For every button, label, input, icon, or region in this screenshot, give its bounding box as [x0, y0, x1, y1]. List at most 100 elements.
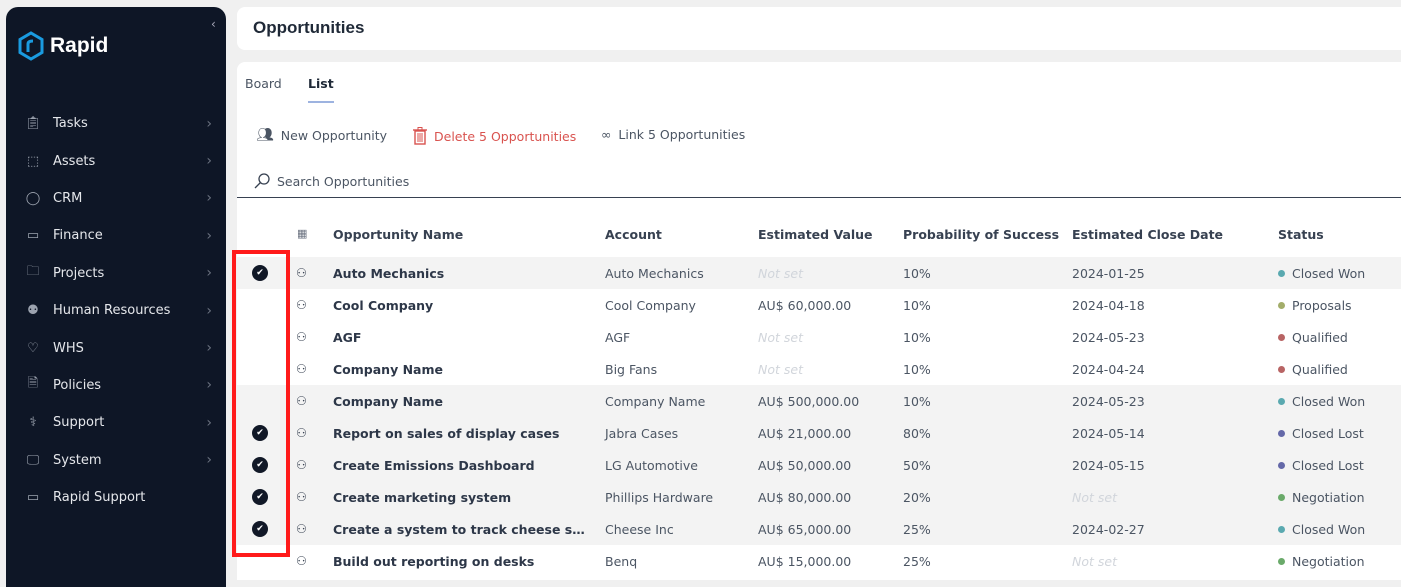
sidebar-item-projects[interactable]: 🗀︎ Projects › [6, 255, 226, 292]
opportunity-name[interactable]: Create a system to track cheese shipment… [333, 522, 585, 537]
estimated-value: AU$ 50,000.00 [758, 458, 852, 473]
search-underline [237, 197, 1401, 198]
sidebar-item-tasks[interactable]: 📋︎ Tasks › [6, 105, 226, 142]
column-close-date[interactable]: Estimated Close Date [1072, 227, 1223, 242]
new-opportunity-button[interactable]: 👥︎ New Opportunity [256, 127, 387, 143]
table-row[interactable]: ✔ ⚇ Create Emissions Dashboard LG Automotiv… [237, 449, 1401, 481]
table-row[interactable]: ⚇ Build out reporting on desks Benq AU$ 15,… [237, 545, 1401, 577]
sidebar-item-label: Tasks [53, 116, 88, 132]
user-icon: ◯ [25, 190, 41, 206]
opportunity-name[interactable]: Company Name [333, 394, 443, 409]
people-icon: ⚉ [27, 303, 39, 319]
table-row[interactable]: ⚇ Company Name Company Name AU$ 500,000.00 1… [237, 385, 1401, 417]
status-badge: Qualified [1278, 362, 1348, 377]
opportunity-name[interactable]: Create marketing system [333, 490, 511, 505]
sidebar-item-whs[interactable]: ♡ WHS › [6, 329, 226, 366]
chevron-right-icon: › [206, 153, 212, 170]
table-row[interactable]: ✔ ⚇ Report on sales of display cases Jabra … [237, 417, 1401, 449]
opportunity-icon: ⚇ [296, 554, 307, 568]
logo[interactable]: Rapid [18, 31, 108, 61]
opportunity-name[interactable]: Build out reporting on desks [333, 554, 534, 569]
account[interactable]: Benq [605, 554, 637, 569]
column-settings-icon[interactable]: ▦ [297, 227, 307, 240]
clipboard-check-icon: 📋︎ [24, 116, 42, 132]
close-date: 2024-05-23 [1072, 394, 1145, 409]
status-label: Closed Won [1292, 394, 1366, 409]
opportunity-icon: ⚇ [296, 490, 307, 504]
status-dot-icon [1278, 302, 1285, 309]
page-header: Opportunities [237, 7, 1401, 50]
sidebar-item-rapid-support[interactable]: ▭ Rapid Support [6, 479, 226, 516]
opportunity-name[interactable]: Report on sales of display cases [333, 426, 559, 441]
chevron-right-icon: › [206, 452, 212, 469]
heart-pulse-icon: ♡ [27, 340, 39, 356]
account[interactable]: Big Fans [605, 362, 657, 377]
close-date: 2024-05-23 [1072, 330, 1145, 345]
sidebar-item-label: Assets [53, 153, 96, 169]
close-date: 2024-04-18 [1072, 298, 1145, 313]
probability: 25% [903, 522, 931, 537]
sidebar-item-label: Rapid Support [53, 490, 146, 506]
delete-opportunities-button[interactable]: Delete 5 Opportunities [413, 127, 576, 145]
opportunity-name[interactable]: Create Emissions Dashboard [333, 458, 535, 473]
chevron-right-icon: › [206, 340, 212, 357]
close-date: 2024-02-27 [1072, 522, 1145, 537]
probability: 25% [903, 554, 931, 569]
table-row[interactable]: ⚇ Company Name Big Fans Not set 10% 2024-04-2… [237, 353, 1401, 385]
status-label: Negotiation [1292, 554, 1365, 569]
sidebar-item-human-resources[interactable]: ⚉ Human Resources › [6, 292, 226, 329]
collapse-sidebar-icon[interactable]: ‹ [211, 17, 216, 31]
opportunity-name[interactable]: Auto Mechanics [333, 266, 444, 281]
tab-list[interactable]: List [308, 76, 334, 103]
account[interactable]: AGF [605, 330, 630, 345]
table-row[interactable]: ✔ ⚇ Create marketing system Phillips Hardwa… [237, 481, 1401, 513]
probability: 10% [903, 298, 931, 313]
chevron-right-icon: › [206, 265, 212, 282]
sidebar-item-label: CRM [53, 190, 83, 206]
opportunity-name[interactable]: AGF [333, 330, 361, 345]
estimated-value: AU$ 65,000.00 [758, 522, 852, 537]
column-status[interactable]: Status [1278, 227, 1324, 242]
account[interactable]: Cheese Inc [605, 522, 674, 537]
search-icon [254, 173, 270, 189]
account[interactable]: Auto Mechanics [605, 266, 704, 281]
account[interactable]: LG Automotive [605, 458, 698, 473]
column-account[interactable]: Account [605, 227, 662, 242]
sidebar-item-support[interactable]: ⚕ Support › [6, 404, 226, 441]
status-badge: Qualified [1278, 330, 1348, 345]
link-opportunities-button[interactable]: ∞ Link 5 Opportunities [601, 127, 745, 142]
opportunity-icon: ⚇ [296, 266, 307, 280]
account[interactable]: Jabra Cases [605, 426, 678, 441]
status-dot-icon [1278, 526, 1285, 533]
estimated-value: Not set [758, 362, 803, 377]
sidebar-item-assets[interactable]: ⬚ Assets › [6, 142, 226, 179]
opportunity-name[interactable]: Company Name [333, 362, 443, 377]
new-opportunity-icon: 👥︎ [256, 127, 274, 143]
sidebar-item-finance[interactable]: ▭ Finance › [6, 217, 226, 254]
opportunity-name[interactable]: Cool Company [333, 298, 433, 313]
column-opportunity-name[interactable]: Opportunity Name [333, 227, 463, 242]
table-row[interactable]: ⚇ Cool Company Cool Company AU$ 60,000.00 10… [237, 289, 1401, 321]
sidebar-item-system[interactable]: 🖵︎ System › [6, 442, 226, 479]
chevron-right-icon: › [206, 190, 212, 207]
table-row[interactable]: ✔ ⚇ Auto Mechanics Auto Mechanics Not set 10%… [237, 257, 1401, 289]
account[interactable]: Phillips Hardware [605, 490, 713, 505]
opportunity-icon: ⚇ [296, 362, 307, 376]
account[interactable]: Cool Company [605, 298, 696, 313]
tab-board[interactable]: Board [245, 76, 282, 91]
sidebar-item-policies[interactable]: 🗎︎ Policies › [6, 367, 226, 404]
column-probability[interactable]: Probability of Success [903, 227, 1059, 242]
sidebar-item-crm[interactable]: ◯ CRM › [6, 180, 226, 217]
probability: 50% [903, 458, 931, 473]
estimated-value: AU$ 21,000.00 [758, 426, 852, 441]
account[interactable]: Company Name [605, 394, 705, 409]
probability: 10% [903, 266, 931, 281]
table-row[interactable]: ⚇ AGF AGF Not set 10% 2024-05-23 Qualified [237, 321, 1401, 353]
status-badge: Negotiation [1278, 554, 1365, 569]
column-estimated-value[interactable]: Estimated Value [758, 227, 873, 242]
table-row[interactable]: ✔⚇Create a system to track cheese shipme… [237, 513, 1401, 545]
search-input[interactable]: Search Opportunities [253, 172, 409, 190]
page-title: Opportunities [253, 18, 365, 37]
opportunity-icon: ⚇ [296, 458, 307, 472]
close-date: 2024-05-14 [1072, 426, 1145, 441]
